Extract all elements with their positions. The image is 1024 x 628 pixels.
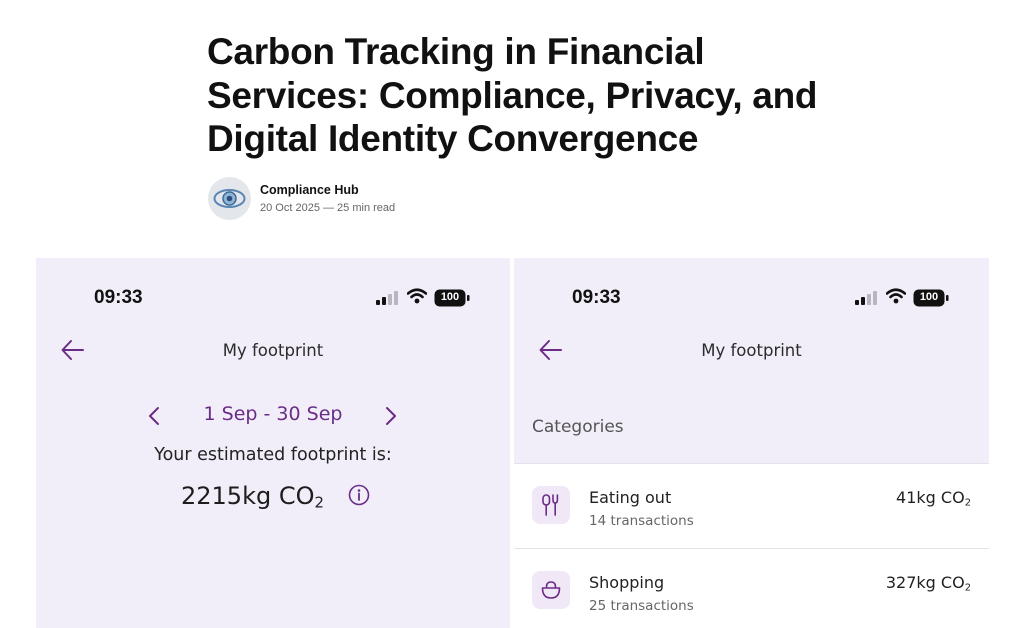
footprint-total: 2215kg CO2 xyxy=(181,482,324,512)
footprint-label: Your estimated footprint is: xyxy=(154,445,392,465)
category-name: Eating out xyxy=(589,488,672,507)
author-name[interactable]: Compliance Hub xyxy=(260,183,359,197)
footprint-categories-screen: 09:33 100 My footprint Categories Eating… xyxy=(514,258,989,628)
date-range-label: 1 Sep - 30 Sep xyxy=(203,403,343,425)
footprint-total-subscript: 2 xyxy=(314,493,324,512)
status-bar-icons: 100 xyxy=(855,288,951,308)
battery-level: 100 xyxy=(919,291,939,303)
category-name: Shopping xyxy=(589,573,665,592)
screen-title: My footprint xyxy=(222,341,324,360)
cutlery-icon xyxy=(542,494,559,516)
category-co2-value: 327kg CO xyxy=(885,573,965,592)
footprint-total-value: 2215kg CO xyxy=(181,482,315,510)
category-row-eating-out[interactable]: Eating out 14 transactions 41kg CO2 xyxy=(514,464,989,548)
category-co2-value: 41kg CO xyxy=(896,488,965,507)
category-co2-subscript: 2 xyxy=(964,497,971,509)
category-transaction-count: 25 transactions xyxy=(589,598,694,614)
status-time: 09:33 xyxy=(572,287,621,308)
shopping-bag-icon xyxy=(541,581,561,599)
category-list: Eating out 14 transactions 41kg CO2 Shop… xyxy=(514,463,989,628)
wifi-icon xyxy=(886,288,906,304)
category-icon-tile xyxy=(532,486,570,524)
status-time: 09:33 xyxy=(94,287,143,308)
category-co2-amount: 327kg CO2 xyxy=(886,573,971,593)
battery-level: 100 xyxy=(440,291,460,303)
footprint-summary-screen: 09:33 100 My footprint 1 Sep - 30 Sep Yo… xyxy=(36,258,510,628)
category-icon-tile xyxy=(532,571,570,609)
article-title: Carbon Tracking in Financial Services: C… xyxy=(207,31,818,159)
next-period-chevron-icon[interactable] xyxy=(384,406,398,426)
category-row-shopping[interactable]: Shopping 25 transactions 327kg CO2 xyxy=(514,549,989,628)
categories-heading: Categories xyxy=(532,417,624,437)
author-avatar[interactable] xyxy=(208,177,251,220)
wifi-icon xyxy=(407,288,427,304)
date-range-selector: 1 Sep - 30 Sep xyxy=(36,400,510,430)
signal-icon xyxy=(376,291,398,305)
category-co2-amount: 41kg CO2 xyxy=(896,488,971,508)
article-meta: 20 Oct 2025 — 25 min read xyxy=(260,202,396,214)
eye-logo-icon xyxy=(213,189,246,208)
info-icon[interactable] xyxy=(348,484,370,506)
signal-icon xyxy=(855,291,877,305)
status-bar-icons: 100 xyxy=(376,288,472,308)
screen-title: My footprint xyxy=(701,341,802,360)
category-co2-subscript: 2 xyxy=(964,582,971,594)
author-byline: Compliance Hub 20 Oct 2025 — 25 min read xyxy=(208,177,528,221)
category-transaction-count: 14 transactions xyxy=(589,513,694,529)
